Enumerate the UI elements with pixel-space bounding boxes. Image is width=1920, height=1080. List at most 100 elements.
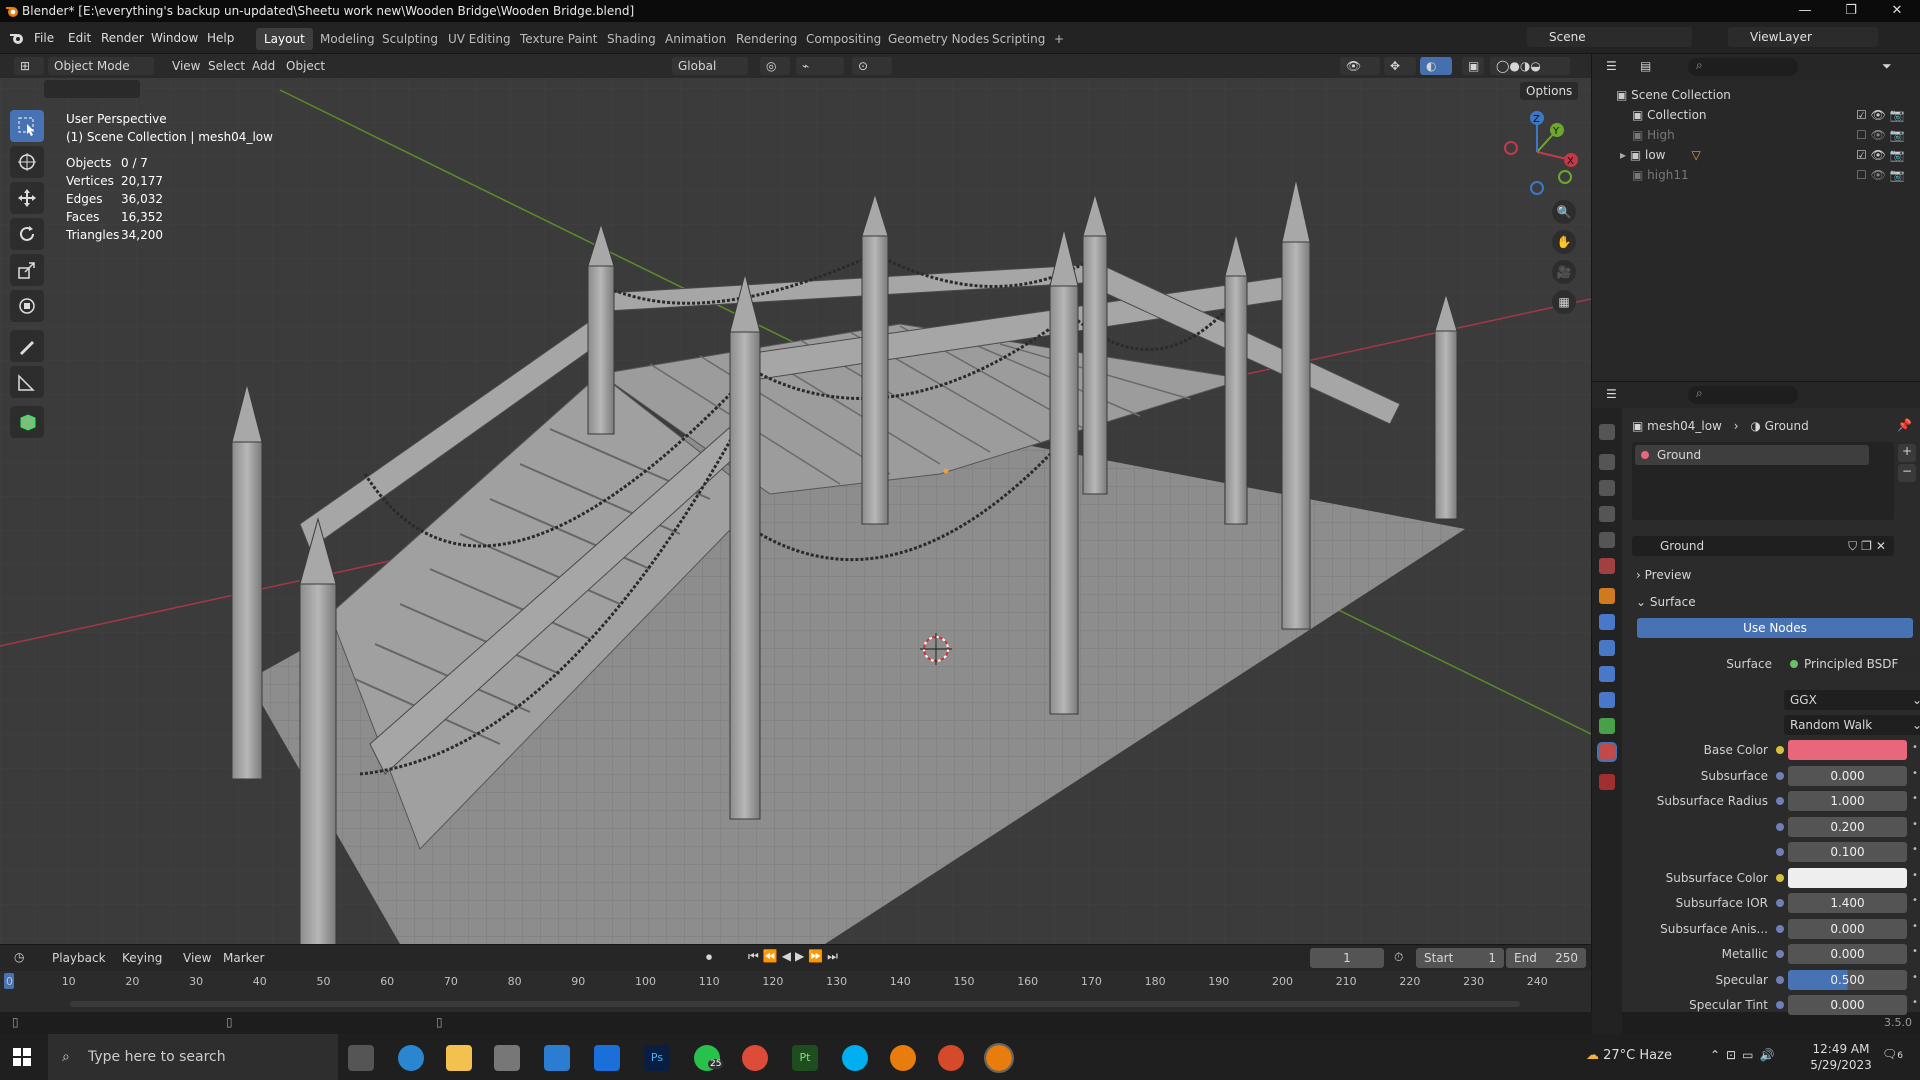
keyframe-dot-icon[interactable]: • xyxy=(1912,870,1918,881)
remove-slot-button[interactable]: − xyxy=(1898,464,1916,482)
property-field[interactable]: 0.000 xyxy=(1788,765,1907,786)
system-tray-icons[interactable]: ⌃⊡▭🔊 xyxy=(1710,1048,1780,1062)
visibility-icon[interactable]: 👁 xyxy=(1340,57,1380,75)
property-field[interactable]: 0.100 xyxy=(1788,842,1907,862)
surface-panel-header[interactable]: ⌄ Surface xyxy=(1636,592,1696,612)
property-field[interactable]: 0.000 xyxy=(1788,918,1907,939)
tab-modeling[interactable]: Modeling xyxy=(312,28,383,50)
pin-icon[interactable]: 📌 xyxy=(1897,418,1912,432)
surface-shader-field[interactable]: Principled BSDF xyxy=(1784,654,1920,674)
overlay-toggle-icon[interactable]: ◐ xyxy=(1420,57,1452,75)
keyframe-dot-icon[interactable]: • xyxy=(1912,793,1918,804)
properties-search-input[interactable]: ⌕ xyxy=(1688,386,1798,404)
scene-selector[interactable]: Scene xyxy=(1527,27,1692,47)
scale-tool[interactable] xyxy=(10,254,44,286)
render-tab-icon[interactable] xyxy=(1599,454,1615,470)
keyframe-dot-icon[interactable]: • xyxy=(1912,946,1918,957)
subsurface-method-dropdown[interactable]: Random Walk ⌄ xyxy=(1784,715,1920,735)
measure-tool[interactable] xyxy=(10,366,44,398)
tab-rendering[interactable]: Rendering xyxy=(728,28,805,50)
windows-start-icon[interactable] xyxy=(13,1048,31,1066)
keyframe-dot-icon[interactable]: • xyxy=(1912,972,1918,983)
preview-panel-header[interactable]: › Preview xyxy=(1636,565,1691,585)
select-mode-buttons[interactable] xyxy=(44,80,140,98)
shading-mode-icons[interactable]: ◯●◑◒ xyxy=(1490,57,1570,75)
3d-viewport[interactable]: ⊞ Object Mode View Select Add Object Glo… xyxy=(0,54,1591,944)
viewport-menu-object[interactable]: Object xyxy=(280,57,331,75)
move-tool[interactable] xyxy=(10,182,44,214)
add-workspace-button[interactable]: + xyxy=(1046,28,1072,50)
keyframe-dot-icon[interactable]: • xyxy=(1912,768,1918,779)
view-layer-tab-icon[interactable] xyxy=(1599,506,1615,522)
property-field[interactable] xyxy=(1788,867,1907,888)
datablock-actions-icons[interactable]: ⛉❐✕ xyxy=(1848,536,1890,556)
maximize-button[interactable]: ❐ xyxy=(1828,0,1874,22)
property-field[interactable]: 0.200 xyxy=(1788,816,1907,837)
material-slot-item[interactable]: Ground xyxy=(1635,445,1869,465)
blender-active-icon[interactable] xyxy=(984,1043,1014,1073)
menu-help[interactable]: Help xyxy=(207,31,234,45)
camera-view-icon[interactable]: 🎥 xyxy=(1552,260,1576,284)
cursor-tool[interactable] xyxy=(10,146,44,178)
data-tab-icon[interactable] xyxy=(1599,718,1615,734)
file-explorer-icon[interactable] xyxy=(446,1045,472,1071)
property-field[interactable]: 0.500 xyxy=(1788,969,1907,990)
options-dropdown[interactable]: Options xyxy=(1520,82,1579,100)
output-tab-icon[interactable] xyxy=(1599,480,1615,496)
rotate-tool[interactable] xyxy=(10,218,44,250)
weather-widget[interactable]: ☁ 27°C Haze xyxy=(1586,1048,1672,1063)
add-slot-button[interactable]: + xyxy=(1898,444,1916,462)
properties-editor-type-icon[interactable]: ☰ xyxy=(1606,387,1617,401)
chrome-icon[interactable] xyxy=(742,1045,768,1071)
keyframe-dot-icon[interactable]: • xyxy=(1912,997,1918,1008)
tab-layout[interactable]: Layout xyxy=(256,28,313,50)
app-b-icon[interactable] xyxy=(594,1045,620,1071)
zoom-icon[interactable]: 🔍 xyxy=(1552,200,1576,224)
transform-orientation-selector[interactable]: Global xyxy=(672,57,748,75)
outliner-editor-type-icon[interactable]: ☰ xyxy=(1606,59,1617,73)
menu-render[interactable]: Render xyxy=(101,31,144,45)
tab-scripting[interactable]: Scripting xyxy=(984,28,1053,50)
object-tab-icon[interactable] xyxy=(1599,588,1615,604)
expand-arrow-icon[interactable]: ▸ xyxy=(1620,148,1630,162)
skype-icon[interactable] xyxy=(842,1045,868,1071)
annotate-tool[interactable] xyxy=(10,330,44,362)
menu-window[interactable]: Window xyxy=(151,31,198,45)
property-field[interactable]: 0.000 xyxy=(1788,944,1907,964)
timeline-scrollbar[interactable] xyxy=(70,1001,1520,1007)
property-field[interactable] xyxy=(1788,740,1907,760)
chrome-profile-icon[interactable] xyxy=(938,1045,964,1071)
physics-tab-icon[interactable] xyxy=(1599,666,1615,682)
tab-sculpting[interactable]: Sculpting xyxy=(374,28,446,50)
viewport-menu-select[interactable]: Select xyxy=(202,57,251,75)
modifiers-tab-icon[interactable] xyxy=(1599,614,1615,630)
outliner-search-input[interactable]: ⌕ xyxy=(1688,58,1798,76)
viewport-menu-view[interactable]: View xyxy=(166,57,206,75)
pan-hand-icon[interactable]: ✋ xyxy=(1552,230,1576,254)
edge-browser-icon[interactable] xyxy=(398,1045,424,1071)
constraints-tab-icon[interactable] xyxy=(1599,692,1615,708)
keyframe-dot-icon[interactable]: • xyxy=(1912,742,1918,753)
tab-shading[interactable]: Shading xyxy=(599,28,664,50)
task-view-icon[interactable] xyxy=(348,1045,374,1071)
notification-icon[interactable]: 🗨6 xyxy=(1882,1047,1903,1061)
clock[interactable]: 12:49 AM 5/29/2023 xyxy=(1806,1041,1876,1073)
pivot-icon[interactable]: ◎ xyxy=(760,57,790,75)
store-icon[interactable] xyxy=(494,1045,520,1071)
close-button[interactable]: ✕ xyxy=(1874,0,1920,22)
keyframe-dot-icon[interactable]: • xyxy=(1912,819,1918,830)
display-mode-icon[interactable]: ▤ xyxy=(1640,59,1651,73)
blender-menu-icon[interactable] xyxy=(9,31,25,45)
navigation-gizmo[interactable]: X Y Z xyxy=(1495,110,1580,195)
menu-file[interactable]: File xyxy=(34,31,54,45)
property-field[interactable]: 0.000 xyxy=(1788,995,1907,1015)
transform-tool[interactable] xyxy=(10,290,44,322)
add-cube-tool[interactable] xyxy=(10,406,44,438)
tab-texture-paint[interactable]: Texture Paint xyxy=(512,28,605,50)
tool-tab-icon[interactable] xyxy=(1599,424,1615,440)
select-box-tool[interactable] xyxy=(10,110,44,142)
proportional-edit-icon[interactable]: ⊙ xyxy=(852,57,892,75)
viewport-menu-add[interactable]: Add xyxy=(246,57,281,75)
particles-tab-icon[interactable] xyxy=(1599,640,1615,656)
snap-icon[interactable]: ⌁ xyxy=(796,57,844,75)
